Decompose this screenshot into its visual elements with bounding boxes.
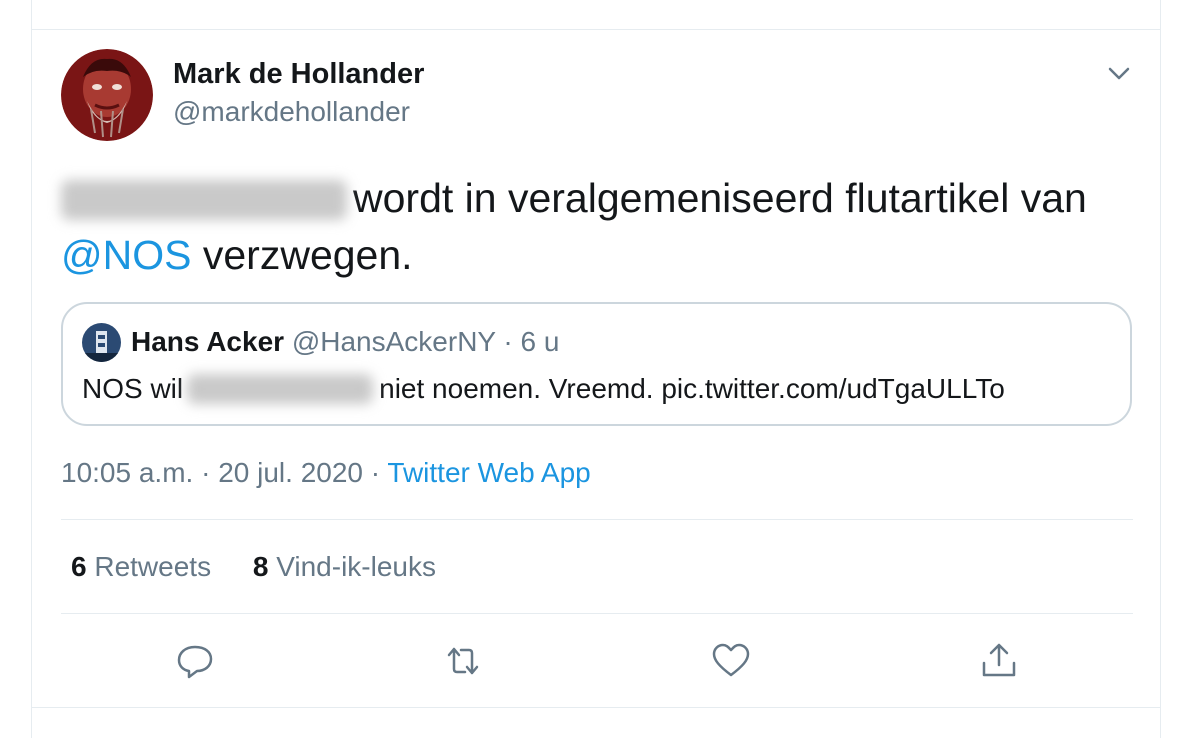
quoted-author-handle: @HansAckerNY <box>291 326 496 357</box>
tweet-column: Mark de Hollander @markdehollander wordt… <box>31 0 1161 738</box>
author-name[interactable]: Mark de Hollander <box>173 58 424 91</box>
likes-label: Vind-ik-leuks <box>276 551 436 582</box>
quoted-age: 6 u <box>520 326 560 357</box>
quoted-separator: · <box>503 326 513 357</box>
heart-icon[interactable] <box>711 641 751 681</box>
retweets-count: 6 <box>71 551 87 582</box>
quoted-author-name: Hans Acker <box>131 326 285 357</box>
quoted-tweet[interactable]: Hans Acker @HansAckerNY · 6 u NOS wil nie… <box>61 302 1132 426</box>
quoted-header: Hans Acker @HansAckerNY · 6 u <box>131 326 559 358</box>
retweets-stat[interactable]: 6 Retweets <box>71 551 211 582</box>
tweet-time[interactable]: 10:05 a.m. <box>61 457 193 488</box>
meta-separator-2: · <box>370 457 381 488</box>
quoted-text: NOS wil niet noemen. Vreemd. pic.twitter.… <box>82 373 1005 405</box>
quoted-text-part-1: NOS wil <box>82 373 184 404</box>
tweet-text-part-2: verzwegen. <box>202 232 413 278</box>
author-handle[interactable]: @markdehollander <box>173 96 410 128</box>
top-divider <box>32 29 1160 30</box>
quoted-redacted-text <box>187 374 374 404</box>
likes-stat[interactable]: 8 Vind-ik-leuks <box>253 551 436 582</box>
quoted-text-part-2: niet noemen. Vreemd. pic.twitter.com/udT… <box>379 373 1005 404</box>
redacted-text <box>61 180 347 220</box>
tweet-date[interactable]: 20 jul. 2020 <box>218 457 363 488</box>
likes-count: 8 <box>252 551 269 582</box>
engagement-stats: 6 Retweets 8 Vind-ik-leuks <box>71 551 436 583</box>
reply-icon[interactable] <box>175 641 215 681</box>
bottom-divider <box>32 707 1160 708</box>
quoted-author-avatar <box>82 323 121 362</box>
tweet-meta: 10:05 a.m. · 20 jul. 2020 · Twitter Web … <box>61 457 591 489</box>
tweet-text-part-1: wordt in veralgemeniseerd flutartikel va… <box>353 175 1087 221</box>
tweet-text: wordt in veralgemeniseerd flutartikel va… <box>61 170 1141 284</box>
divider <box>61 519 1133 520</box>
mention-link[interactable]: @NOS <box>61 232 191 278</box>
retweet-icon[interactable] <box>443 641 483 681</box>
meta-separator-1: · <box>201 457 211 488</box>
share-icon[interactable] <box>979 641 1019 681</box>
source-app-link[interactable]: Twitter Web App <box>387 457 590 488</box>
chevron-down-icon[interactable] <box>1104 60 1134 86</box>
author-avatar[interactable] <box>61 49 153 141</box>
divider <box>61 613 1133 614</box>
retweets-label: Retweets <box>94 551 212 582</box>
